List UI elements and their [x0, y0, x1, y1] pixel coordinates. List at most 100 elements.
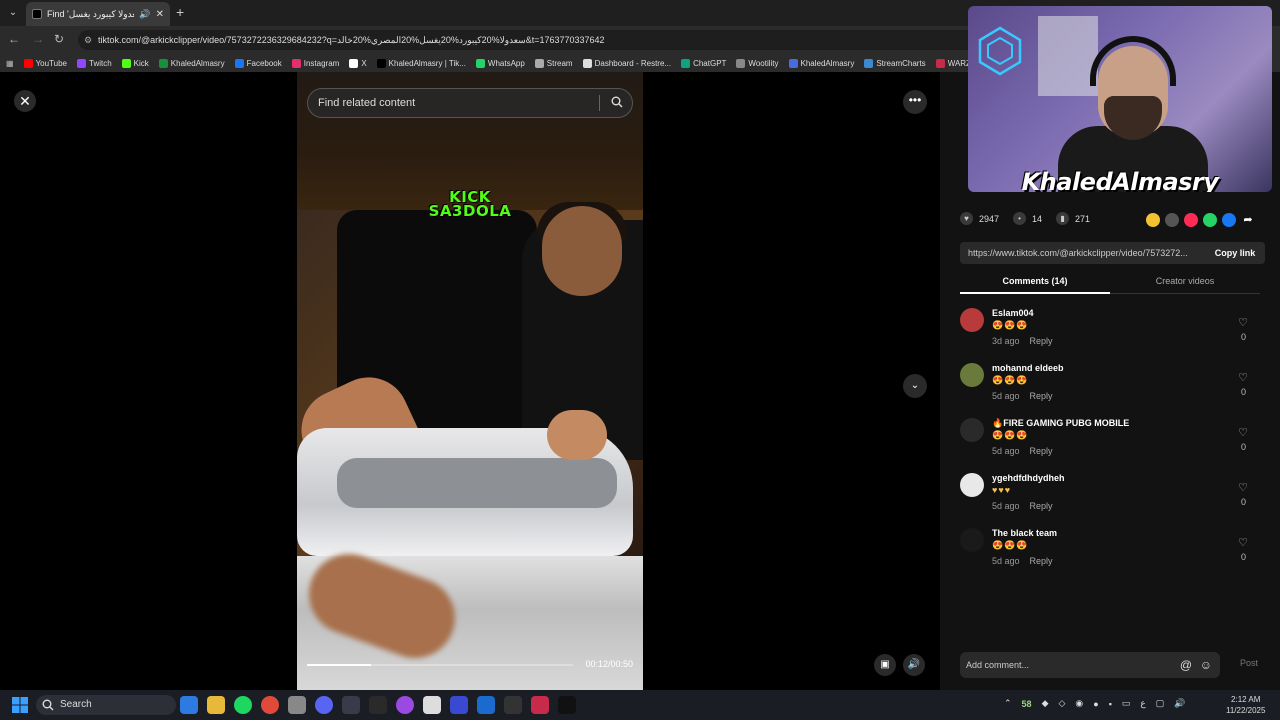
- picture-in-picture-icon[interactable]: ▣: [874, 654, 896, 676]
- avatar[interactable]: [960, 363, 984, 387]
- comment-username[interactable]: mohannd eldeeb: [992, 363, 1064, 373]
- mention-icon[interactable]: @: [1180, 652, 1192, 678]
- bookmark-item[interactable]: YouTube: [23, 58, 67, 68]
- comment-like-heart-icon[interactable]: ♡: [1238, 481, 1248, 494]
- tray-icon-7[interactable]: ع: [1140, 698, 1145, 709]
- discord-icon[interactable]: [315, 696, 333, 714]
- tab-creator-videos[interactable]: Creator videos: [1110, 276, 1260, 286]
- tray-icon-4[interactable]: ●: [1093, 699, 1098, 709]
- tray-icon-3[interactable]: ◉: [1075, 698, 1083, 709]
- like-stat[interactable]: ♥ 2947: [960, 212, 999, 225]
- avatar[interactable]: [960, 473, 984, 497]
- avatar[interactable]: [960, 528, 984, 552]
- bookmark-item[interactable]: KhaledAlmasry: [158, 58, 225, 68]
- video-progress-bar[interactable]: [307, 664, 573, 666]
- bookmark-item[interactable]: ChatGPT: [681, 58, 726, 68]
- bookmark-item[interactable]: Wootility: [736, 58, 779, 68]
- emoji-icon[interactable]: ☺: [1200, 652, 1212, 678]
- back-icon[interactable]: ←: [8, 32, 20, 46]
- send-icon[interactable]: [1184, 213, 1198, 227]
- monitor-icon[interactable]: ▢: [1156, 698, 1165, 709]
- comment-like-heart-icon[interactable]: ♡: [1238, 371, 1248, 384]
- avatar[interactable]: [960, 418, 984, 442]
- search-input[interactable]: Find related content: [307, 88, 633, 118]
- reply-button[interactable]: Reply: [1030, 501, 1053, 511]
- comment-like-heart-icon[interactable]: ♡: [1238, 536, 1248, 549]
- comment-username[interactable]: Eslam004: [992, 308, 1034, 318]
- app-icon-10[interactable]: [423, 696, 441, 714]
- comment-like-heart-icon[interactable]: ♡: [1238, 426, 1248, 439]
- bookmark-item[interactable]: KhaledAlmasry: [788, 58, 854, 68]
- share-arrow-icon[interactable]: ➦: [1241, 213, 1255, 227]
- search-icon[interactable]: [611, 96, 623, 108]
- browser-tab[interactable]: Find 'سعدولا كيبورد يغسل 🔊 ✕: [26, 2, 170, 26]
- video-link-field[interactable]: https://www.tiktok.com/@arkickclipper/vi…: [960, 242, 1265, 264]
- site-info-icon[interactable]: ⚙: [84, 30, 92, 50]
- tray-icon-1[interactable]: ◆: [1042, 698, 1049, 709]
- bookmark-item[interactable]: X: [349, 58, 367, 68]
- bookmark-item[interactable]: KhaledAlmasry | Tik...: [376, 58, 466, 68]
- reply-button[interactable]: Reply: [1030, 446, 1053, 456]
- close-viewer-button[interactable]: ✕: [14, 90, 36, 112]
- embed-icon[interactable]: [1165, 213, 1179, 227]
- app-icon-15[interactable]: [558, 696, 576, 714]
- app-icon-11[interactable]: [450, 696, 468, 714]
- bookmark-item[interactable]: Twitch: [77, 58, 112, 68]
- app-icon-9[interactable]: [396, 696, 414, 714]
- bookmark-item[interactable]: WhatsApp: [475, 58, 525, 68]
- reload-icon[interactable]: ↻: [54, 32, 64, 46]
- comment-like-heart-icon[interactable]: ♡: [1238, 316, 1248, 329]
- bookmark-item[interactable]: Instagram: [291, 58, 339, 68]
- reply-button[interactable]: Reply: [1030, 391, 1053, 401]
- tray-chevron-icon[interactable]: ⌃: [1004, 698, 1012, 709]
- bookmark-item[interactable]: Kick: [121, 58, 149, 68]
- bookmark-item[interactable]: StreamCharts: [864, 58, 926, 68]
- chrome-icon[interactable]: [261, 696, 279, 714]
- windows-start-icon[interactable]: [12, 697, 28, 713]
- add-comment-input[interactable]: Add comment... @ ☺: [960, 652, 1220, 678]
- avatar[interactable]: [960, 308, 984, 332]
- copilot-icon[interactable]: [180, 696, 198, 714]
- tab-audio-icon[interactable]: 🔊: [139, 9, 150, 20]
- bookmark-item[interactable]: Dashboard - Restre...: [582, 58, 671, 68]
- comment-stat[interactable]: • 14: [1013, 212, 1042, 225]
- comment-username[interactable]: The black team: [992, 528, 1057, 538]
- file-explorer-icon[interactable]: [207, 696, 225, 714]
- facebook-icon[interactable]: [1222, 213, 1236, 227]
- whatsapp-icon[interactable]: [1203, 213, 1217, 227]
- app-icon-8[interactable]: [369, 696, 387, 714]
- spotify-icon[interactable]: [234, 696, 252, 714]
- next-video-chevron-down-icon[interactable]: ⌄: [903, 374, 927, 398]
- bookmark-item[interactable]: Facebook: [234, 58, 282, 68]
- copy-link-button[interactable]: Copy link: [1205, 242, 1265, 264]
- video-player[interactable]: KICK SA3DOLA 00:12/00:50: [297, 72, 643, 690]
- new-tab-button[interactable]: +: [176, 4, 184, 20]
- volume-icon[interactable]: 🔊: [903, 654, 925, 676]
- save-stat[interactable]: ▮ 271: [1056, 212, 1090, 225]
- comment-username[interactable]: ygehdfdhdydheh: [992, 473, 1065, 483]
- app-icon-14[interactable]: [531, 696, 549, 714]
- reply-button[interactable]: Reply: [1030, 336, 1053, 346]
- bookmark-item[interactable]: WARZ: [935, 58, 971, 68]
- url-field[interactable]: ⚙ tiktok.com/@arkickclipper/video/757327…: [78, 30, 978, 50]
- tray-icon-6[interactable]: ▭: [1122, 698, 1131, 709]
- tab-search-menu-icon[interactable]: ⌄: [4, 4, 22, 22]
- comment-username[interactable]: 🔥FIRE GAMING PUBG MOBILE: [992, 418, 1129, 429]
- bookmark-item[interactable]: Stream: [534, 58, 573, 68]
- tray-icon-2[interactable]: ◇: [1058, 698, 1065, 709]
- reply-button[interactable]: Reply: [1030, 556, 1053, 566]
- coin-icon[interactable]: [1146, 213, 1160, 227]
- taskbar-clock[interactable]: 2:12 AM 11/22/2025: [1226, 694, 1265, 716]
- tab-close-icon[interactable]: ✕: [156, 9, 164, 20]
- app-icon-12[interactable]: [477, 696, 495, 714]
- taskbar-search[interactable]: Search: [36, 695, 176, 715]
- tray-icon-5[interactable]: ▪: [1109, 699, 1112, 709]
- app-icon-7[interactable]: [342, 696, 360, 714]
- more-options-icon[interactable]: •••: [903, 90, 927, 114]
- settings-icon[interactable]: [288, 696, 306, 714]
- post-button[interactable]: Post: [1240, 658, 1258, 668]
- tab-comments[interactable]: Comments (14): [960, 276, 1110, 294]
- app-icon-13[interactable]: [504, 696, 522, 714]
- volume-tray-icon[interactable]: 🔊: [1174, 698, 1185, 709]
- apps-icon[interactable]: ▦: [6, 59, 14, 68]
